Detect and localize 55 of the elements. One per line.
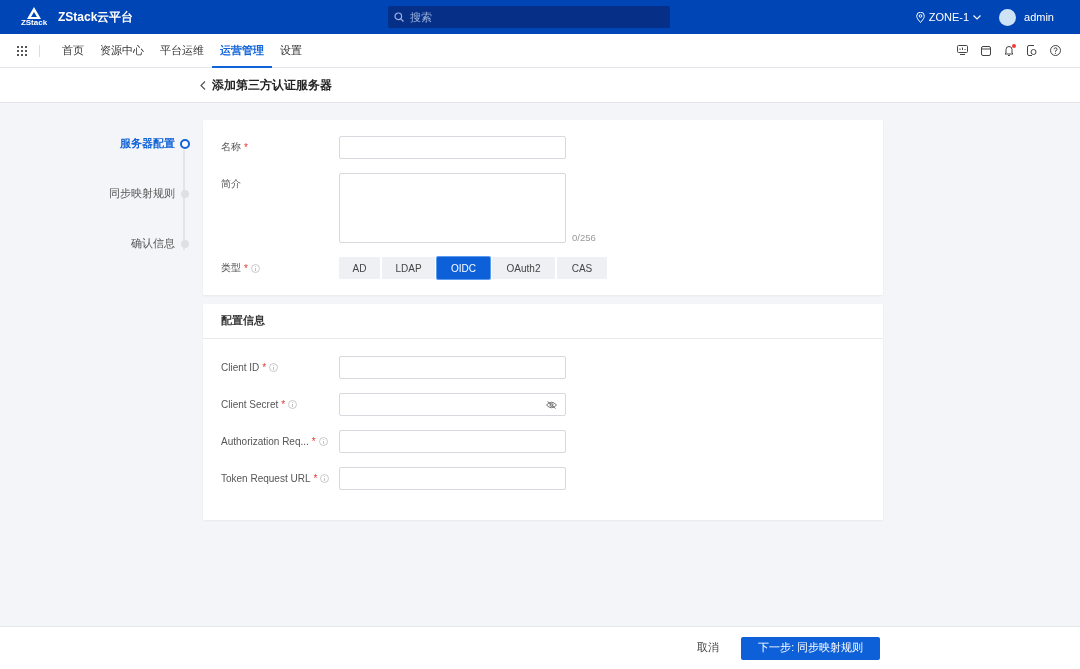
search-icon xyxy=(394,12,404,22)
required-mark: * xyxy=(244,141,248,153)
password-field[interactable] xyxy=(339,393,566,416)
required-mark: * xyxy=(281,398,286,410)
required-mark: * xyxy=(313,472,318,484)
logo-text: ZStack xyxy=(20,19,48,27)
type-option[interactable]: LDAP xyxy=(382,257,435,279)
type-option[interactable]: OAuth2 xyxy=(492,257,555,279)
char-counter: 0/256 xyxy=(572,232,596,243)
nav-tab[interactable]: 资源中心 xyxy=(92,33,152,68)
section-title: 配置信息 xyxy=(203,304,883,339)
type-option[interactable]: AD xyxy=(339,257,380,279)
field-label: Authorization Req... xyxy=(221,435,309,447)
brand-name: ZStack云平台 xyxy=(58,8,135,26)
type-option[interactable]: CAS xyxy=(557,257,607,279)
zone-selector[interactable]: ZONE-1 xyxy=(928,11,970,23)
input-field[interactable] xyxy=(339,136,566,159)
required-mark: * xyxy=(244,262,248,274)
input-field[interactable] xyxy=(339,467,566,490)
field-label: Client Secret xyxy=(221,398,279,410)
search-bar[interactable]: 搜索 xyxy=(388,6,670,28)
input-field[interactable] xyxy=(339,356,566,379)
next-step-button[interactable]: 下一步: 同步映射规则 xyxy=(741,636,880,660)
nav-tab[interactable]: 平台运维 xyxy=(152,33,212,68)
chevron-down-icon[interactable] xyxy=(973,14,982,20)
field-label: Token Request URL xyxy=(221,472,311,484)
bell-icon[interactable] xyxy=(1004,45,1014,56)
location-pin-icon xyxy=(915,11,925,23)
refresh-doc-icon[interactable] xyxy=(1027,45,1037,56)
user-name[interactable]: admin xyxy=(1024,11,1054,23)
user-avatar[interactable] xyxy=(999,8,1017,26)
nav-tab[interactable]: 首页 xyxy=(54,33,92,68)
description-field[interactable] xyxy=(339,173,566,243)
help-icon[interactable] xyxy=(1050,45,1061,56)
step-label[interactable]: 确认信息 xyxy=(131,237,175,251)
field-label: 名称 xyxy=(221,140,241,154)
field-label: 类型 xyxy=(221,261,241,275)
cancel-button[interactable]: 取消 xyxy=(691,637,726,659)
eye-slash-icon[interactable] xyxy=(546,400,557,409)
step-label[interactable]: 同步映射规则 xyxy=(109,187,175,201)
page-title: 添加第三方认证服务器 xyxy=(212,76,332,94)
cylinder-icon[interactable] xyxy=(981,45,991,56)
type-option[interactable]: OIDC xyxy=(437,257,490,279)
monitor-icon[interactable] xyxy=(957,45,968,55)
app-grid-icon[interactable] xyxy=(17,45,27,56)
required-mark: * xyxy=(262,361,267,373)
field-label: Client ID xyxy=(221,361,260,373)
field-label: 简介 xyxy=(221,177,241,191)
search-input[interactable]: 搜索 xyxy=(408,10,664,24)
step-label[interactable]: 服务器配置 xyxy=(120,137,175,151)
logo-icon xyxy=(27,7,41,19)
input-field[interactable] xyxy=(339,430,566,453)
nav-tab[interactable]: 设置 xyxy=(272,33,310,68)
back-icon[interactable] xyxy=(200,80,206,90)
required-mark: * xyxy=(311,435,316,447)
